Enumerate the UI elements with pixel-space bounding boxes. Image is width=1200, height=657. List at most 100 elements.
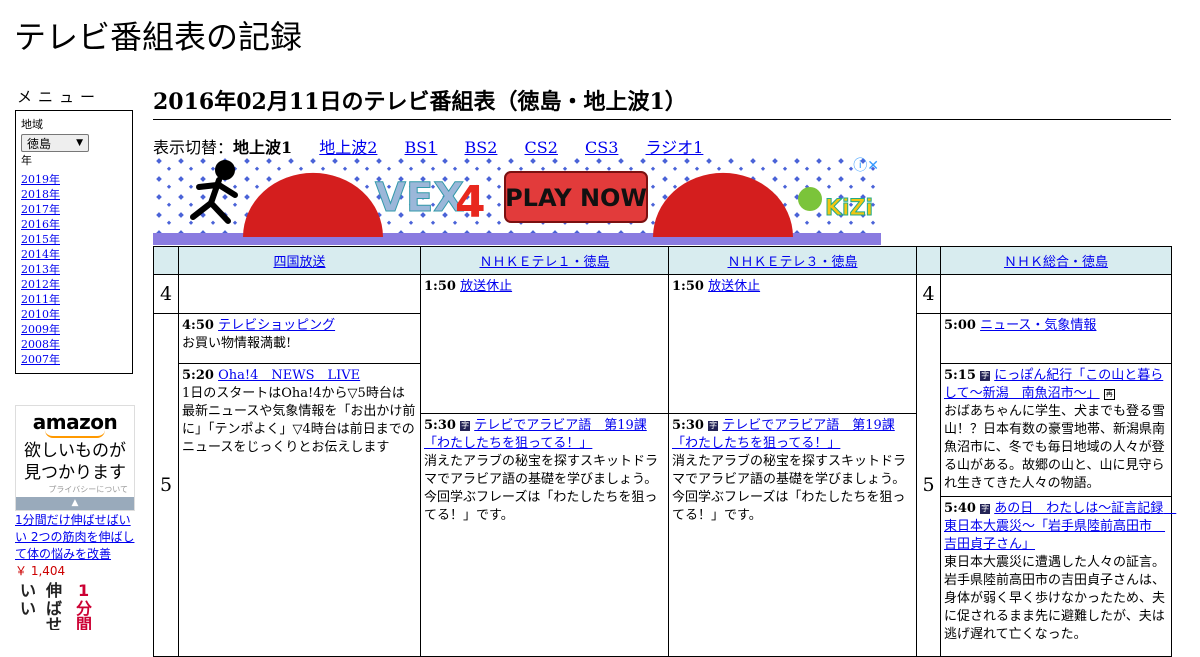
site-title: テレビ番組表の記録 — [14, 18, 303, 56]
hour-cell: 5 — [916, 313, 941, 657]
svg-text:1: 1 — [78, 581, 89, 600]
program-cell: 1:50 放送休止 — [420, 274, 669, 414]
header-spacer — [153, 246, 179, 275]
ad-product-title[interactable]: 1分間だけ伸ばせばいい 2つの筋肉を伸ばして体の悩みを改善 — [15, 512, 137, 563]
svg-text:4: 4 — [455, 177, 486, 228]
hour-cell: 4 — [916, 274, 941, 314]
year-link[interactable]: 2008年 — [21, 338, 60, 351]
svg-text:KiZi: KiZi — [825, 196, 873, 221]
channel-header: ＮＨＫＥテレ１・徳島 — [420, 246, 669, 275]
year-link[interactable]: 2012年 — [21, 278, 60, 291]
program-desc: 東日本大震災に遭遇した人々の証言。岩手県陸前高田市の吉田貞子さんは、身体が弱く早… — [944, 555, 1166, 642]
year-link[interactable]: 2019年 — [21, 173, 60, 186]
ad-close-icon[interactable]: ⓘ✕ — [853, 155, 879, 175]
program-cell: 4:50 テレビショッピングお買い物情報満載! — [178, 313, 421, 364]
program-title[interactable]: テレビでアラビア語 第19課「わたしたちを狙ってる！」 — [672, 418, 895, 451]
program-title[interactable]: 放送休止 — [460, 279, 512, 294]
program-title[interactable]: あの日 わたしは～証言記録 東日本大震災～「岩手県陸前高田市 吉田貞子さん」 — [944, 501, 1176, 552]
program-time: 5:20 — [182, 368, 214, 383]
year-link[interactable]: 2009年 — [21, 323, 60, 336]
year-link[interactable]: 2015年 — [21, 233, 60, 246]
program-cell: 5:20 Oha!4 NEWS LIVE 1日のスタートはOha!4から▽5時台は… — [178, 363, 421, 657]
svg-text:せ: せ — [46, 615, 62, 630]
program-time: 5:30 — [672, 418, 704, 433]
ad-product[interactable]: 1分間だけ伸ばせばいい 2つの筋肉を伸ばして体の悩みを改善 ￥ 1,404 — [15, 512, 137, 580]
program-title[interactable]: 放送休止 — [708, 279, 760, 294]
dropdown-arrow-icon: ▼ — [76, 138, 83, 148]
program-cell: 1:50 放送休止 — [668, 274, 917, 414]
game-ad-banner[interactable]: VEX 4 PLAY NOW KiZi ⓘ✕ — [153, 155, 881, 245]
program-title[interactable]: テレビでアラビア語 第19課「わたしたちを狙ってる！」 — [424, 418, 647, 451]
book-cover-image: い い 伸 ば せ 1 分 間 — [20, 581, 92, 634]
channel-header-row: 四国放送 ＮＨＫＥテレ１・徳島 ＮＨＫＥテレ３・徳島 ＮＨＫ総合・徳島 — [153, 246, 1172, 275]
program-cell: 5:15 字 にっぽん紀行「この山と暮らして～新潟 南魚沼市～」 再おばあちゃん… — [940, 363, 1172, 497]
year-link[interactable]: 2018年 — [21, 188, 60, 201]
year-link[interactable]: 2014年 — [21, 248, 60, 261]
svg-text:い: い — [20, 581, 36, 600]
subtitle-badge-icon: 字 — [980, 504, 991, 514]
program-cell: 5:40 字 あの日 わたしは～証言記録 東日本大震災～「岩手県陸前高田市 吉田… — [940, 496, 1176, 657]
program-time: 5:40 — [944, 501, 976, 516]
program-desc: お買い物情報満載! — [182, 336, 292, 351]
year-link[interactable]: 2007年 — [21, 353, 60, 366]
subtitle-badge-icon: 字 — [980, 371, 991, 381]
subtitle-badge-icon: 字 — [460, 421, 471, 431]
program-time: 5:15 — [944, 368, 976, 383]
program-title[interactable]: にっぽん紀行「この山と暮らして～新潟 南魚沼市～」 — [944, 368, 1163, 401]
rerun-badge-icon: 再 — [1103, 389, 1115, 400]
program-time: 5:30 — [424, 418, 456, 433]
svg-text:間: 間 — [76, 615, 92, 630]
svg-text:い: い — [20, 599, 36, 618]
channel-link[interactable]: 四国放送 — [273, 255, 325, 270]
channel-header: 四国放送 — [178, 246, 421, 275]
year-link[interactable]: 2016年 — [21, 218, 60, 231]
year-list: 2019年 2018年 2017年 2016年 2015年 2014年 2013… — [21, 172, 127, 367]
menu-box: 地域 徳島 ▼ 年 2019年 2018年 2017年 2016年 2015年 … — [15, 110, 133, 374]
subtitle-badge-icon: 字 — [708, 421, 719, 431]
svg-text:伸: 伸 — [45, 581, 62, 600]
program-desc: 消えたアラブの秘宝を探すスキットドラマでアラビア語の基礎を学びましょう。今回学ぶ… — [672, 454, 907, 523]
region-label: 地域 — [21, 118, 43, 131]
year-label: 年 — [21, 154, 32, 167]
channel-link[interactable]: ＮＨＫＥテレ１・徳島 — [479, 255, 609, 270]
tv-schedule-table: 四国放送 ＮＨＫＥテレ１・徳島 ＮＨＫＥテレ３・徳島 ＮＨＫ総合・徳島 4 1:… — [153, 246, 1176, 657]
amazon-ad[interactable]: amazon 欲しいものが 見つかります プライバシーについて ▲ — [15, 405, 135, 511]
program-time: 5:00 — [944, 318, 976, 333]
program-title[interactable]: Oha!4 NEWS LIVE — [218, 368, 360, 383]
channel-header: ＮＨＫ総合・徳島 — [940, 246, 1172, 275]
amazon-ad-text-2: 見つかります — [24, 463, 126, 483]
program-time: 1:50 — [672, 279, 704, 294]
program-time: 4:50 — [182, 318, 214, 333]
program-empty — [178, 274, 421, 314]
chevron-up-icon[interactable]: ▲ — [16, 497, 134, 510]
program-title[interactable]: ニュース・気象情報 — [980, 318, 1096, 333]
ad-book-cover[interactable]: い い 伸 ば せ 1 分 間 — [18, 580, 98, 634]
year-link[interactable]: 2011年 — [21, 293, 60, 306]
channel-link[interactable]: ＮＨＫ総合・徳島 — [1004, 255, 1108, 270]
amazon-ad-text-1: 欲しいものが — [24, 441, 126, 461]
hour-cell: 5 — [153, 313, 179, 657]
ad-product-price: ￥ 1,404 — [15, 564, 66, 578]
channel-header: ＮＨＫＥテレ３・徳島 — [668, 246, 917, 275]
year-link[interactable]: 2010年 — [21, 308, 60, 321]
program-empty — [940, 274, 1172, 314]
game-ad-artwork: VEX 4 PLAY NOW KiZi — [153, 155, 881, 245]
year-link[interactable]: 2017年 — [21, 203, 60, 216]
svg-text:PLAY NOW: PLAY NOW — [505, 184, 647, 212]
program-title[interactable]: テレビショッピング — [218, 318, 335, 333]
program-desc: おばあちゃんに学生、犬までも登る雪山！？日本有数の豪雪地帯、新潟県南魚沼市に、冬… — [944, 404, 1166, 491]
amazon-privacy-link[interactable]: プライバシーについて — [16, 484, 134, 495]
program-time: 1:50 — [424, 279, 456, 294]
program-desc: 1日のスタートはOha!4から▽5時台は最新ニュースや気象情報を「お出かけ前に」… — [182, 386, 416, 455]
year-link[interactable]: 2013年 — [21, 263, 60, 276]
region-select[interactable]: 徳島 ▼ — [21, 134, 89, 152]
amazon-logo: amazon — [32, 410, 118, 434]
program-cell: 5:00 ニュース・気象情報 — [940, 313, 1172, 364]
program-desc: 消えたアラブの秘宝を探すスキットドラマでアラビア語の基礎を学びましょう。今回学ぶ… — [424, 454, 659, 523]
hour-cell: 4 — [153, 274, 179, 314]
program-cell: 5:30 字 テレビでアラビア語 第19課「わたしたちを狙ってる！」 消えたアラブ… — [420, 413, 669, 657]
program-cell: 5:30 字 テレビでアラビア語 第19課「わたしたちを狙ってる！」 消えたアラブ… — [668, 413, 917, 657]
channel-link[interactable]: ＮＨＫＥテレ３・徳島 — [727, 255, 857, 270]
header-spacer — [916, 246, 941, 275]
menu-title: メニュー — [17, 88, 102, 106]
